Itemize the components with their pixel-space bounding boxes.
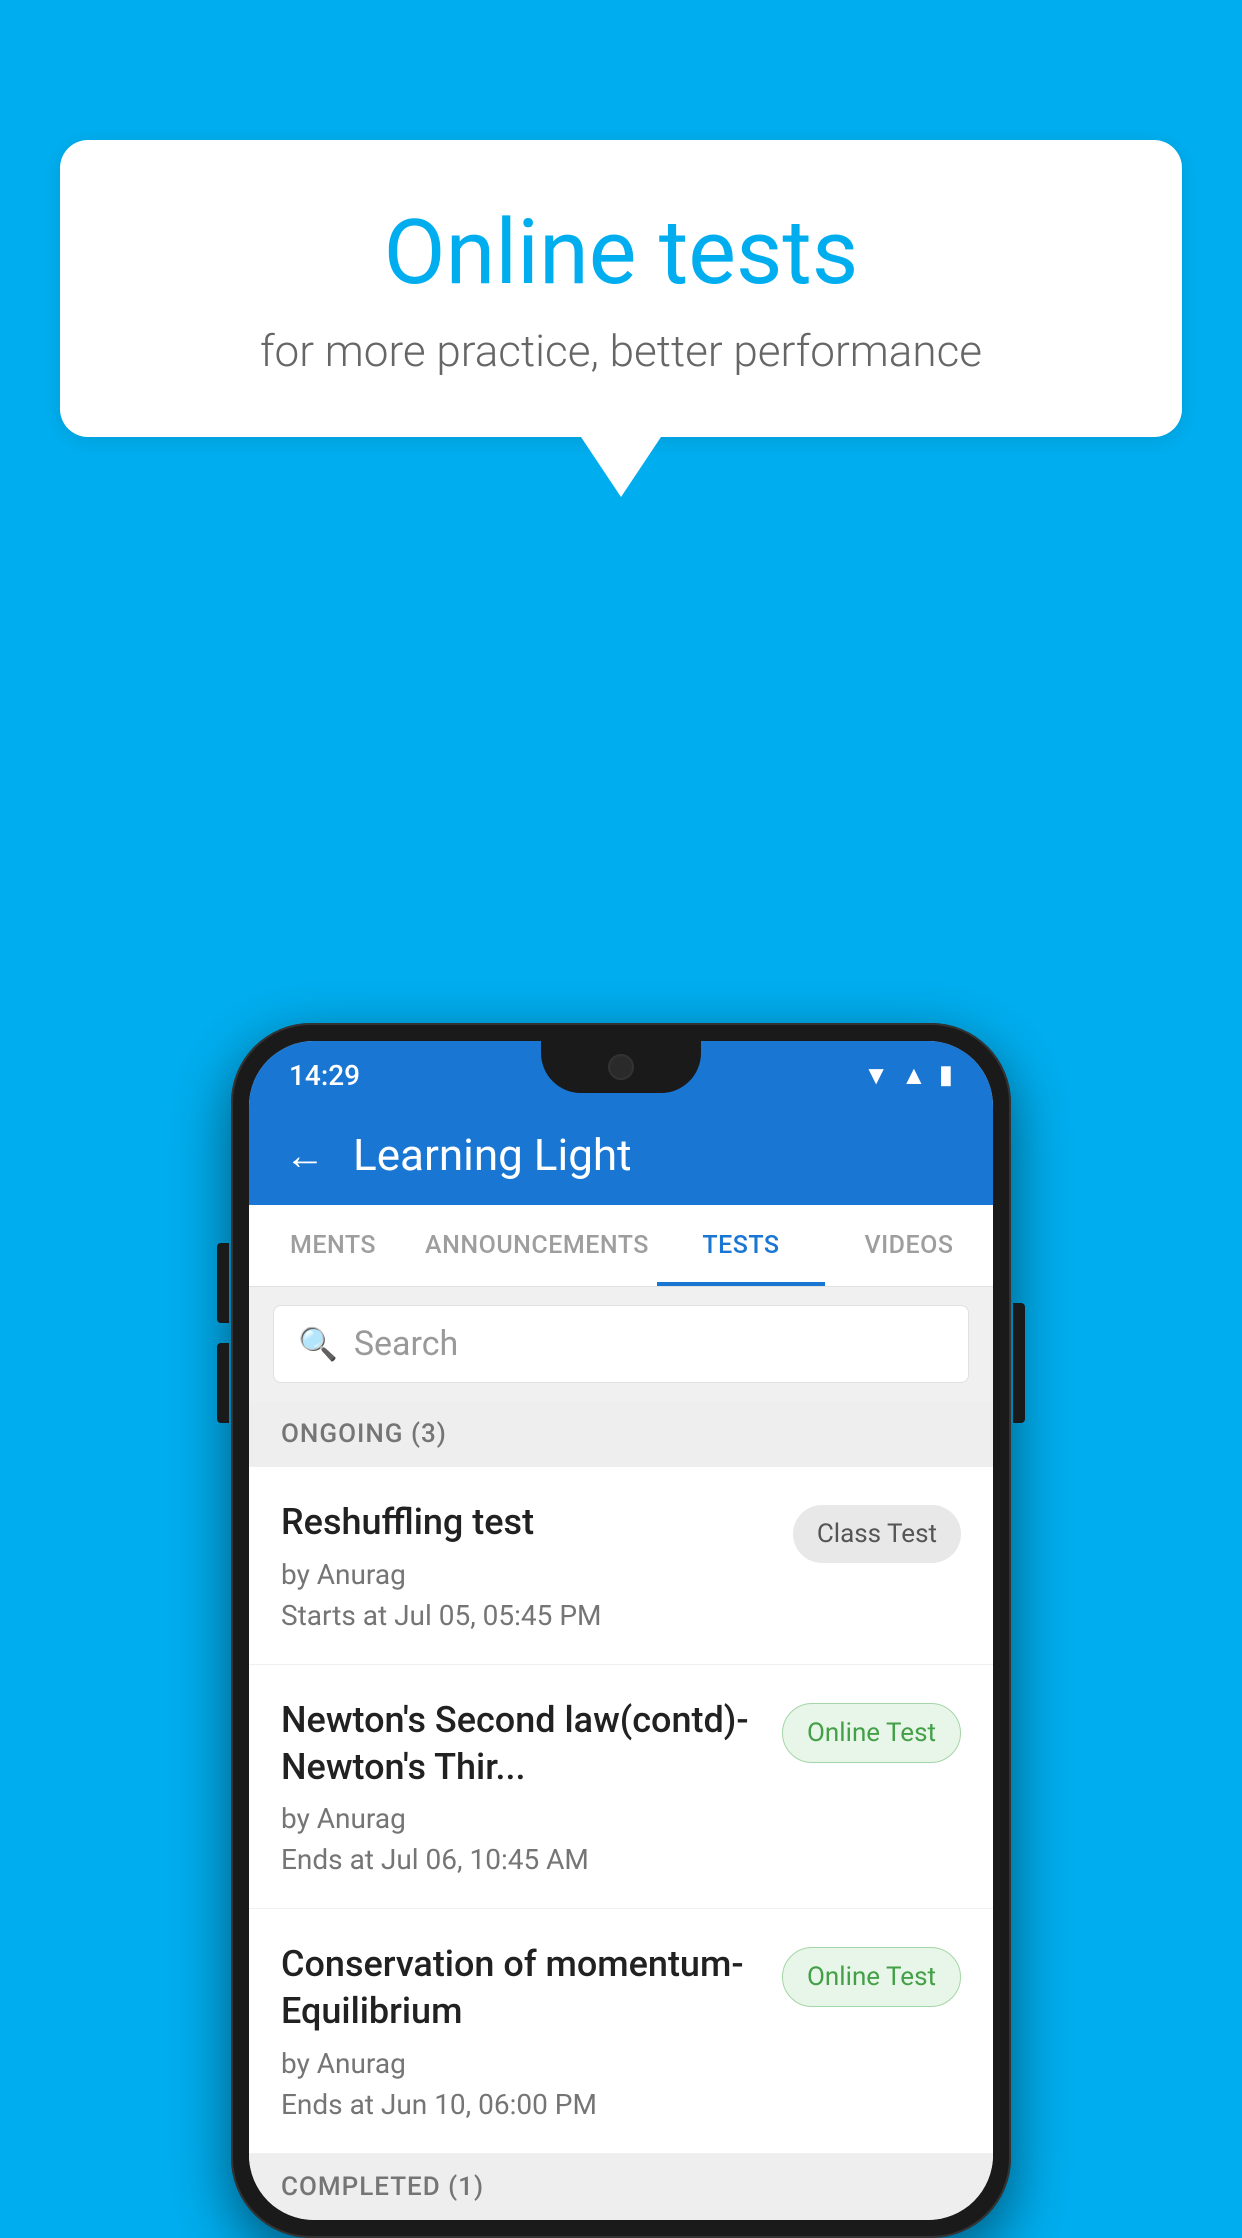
bubble-arrow	[581, 437, 661, 497]
tab-tests[interactable]: TESTS	[657, 1205, 825, 1286]
tab-ments[interactable]: MENTS	[249, 1205, 417, 1286]
status-time: 14:29	[289, 1059, 360, 1092]
bubble-subtitle: for more practice, better performance	[140, 325, 1102, 377]
phone-frame: 14:29 ▼ ▲ ▮ ← Learning Light MENTS ANNOU…	[231, 1023, 1011, 2238]
ongoing-section-header: ONGOING (3)	[249, 1401, 993, 1467]
test-name: Conservation of momentum-Equilibrium	[281, 1941, 762, 2035]
app-header: ← Learning Light	[249, 1105, 993, 1205]
search-icon: 🔍	[298, 1325, 338, 1363]
test-list: Reshuffling test by Anurag Starts at Jul…	[249, 1467, 993, 2154]
test-badge-class: Class Test	[793, 1505, 961, 1563]
test-item[interactable]: Conservation of momentum-Equilibrium by …	[249, 1909, 993, 2154]
test-item[interactable]: Reshuffling test by Anurag Starts at Jul…	[249, 1467, 993, 1665]
completed-section-header: COMPLETED (1)	[249, 2154, 993, 2220]
test-info: Conservation of momentum-Equilibrium by …	[281, 1941, 782, 2121]
test-name: Newton's Second law(contd)-Newton's Thir…	[281, 1697, 762, 1791]
test-name: Reshuffling test	[281, 1499, 773, 1546]
test-info: Reshuffling test by Anurag Starts at Jul…	[281, 1499, 793, 1632]
phone-wrapper: 14:29 ▼ ▲ ▮ ← Learning Light MENTS ANNOU…	[231, 1023, 1011, 2238]
test-time: Starts at Jul 05, 05:45 PM	[281, 1599, 773, 1632]
bubble-title: Online tests	[140, 200, 1102, 305]
front-camera	[608, 1054, 634, 1080]
app-title: Learning Light	[353, 1129, 632, 1181]
speech-bubble: Online tests for more practice, better p…	[60, 140, 1182, 437]
wifi-icon: ▼	[863, 1060, 889, 1091]
test-badge-online: Online Test	[782, 1703, 961, 1763]
status-icons: ▼ ▲ ▮	[863, 1060, 953, 1091]
signal-icon: ▲	[901, 1060, 927, 1091]
tab-videos[interactable]: VIDEOS	[825, 1205, 993, 1286]
test-author: by Anurag	[281, 1802, 762, 1835]
test-author: by Anurag	[281, 2047, 762, 2080]
search-bar[interactable]: 🔍 Search	[273, 1305, 969, 1383]
test-time: Ends at Jun 10, 06:00 PM	[281, 2088, 762, 2121]
speech-bubble-container: Online tests for more practice, better p…	[60, 140, 1182, 497]
test-info: Newton's Second law(contd)-Newton's Thir…	[281, 1697, 782, 1877]
battery-icon: ▮	[939, 1060, 953, 1090]
tab-announcements[interactable]: ANNOUNCEMENTS	[417, 1205, 657, 1286]
phone-notch	[541, 1041, 701, 1093]
test-item[interactable]: Newton's Second law(contd)-Newton's Thir…	[249, 1665, 993, 1910]
search-container: 🔍 Search	[249, 1287, 993, 1401]
back-button[interactable]: ←	[285, 1132, 325, 1179]
test-time: Ends at Jul 06, 10:45 AM	[281, 1843, 762, 1876]
test-author: by Anurag	[281, 1558, 773, 1591]
test-badge-online-2: Online Test	[782, 1947, 961, 2007]
tabs-container: MENTS ANNOUNCEMENTS TESTS VIDEOS	[249, 1205, 993, 1287]
phone-screen: 14:29 ▼ ▲ ▮ ← Learning Light MENTS ANNOU…	[249, 1041, 993, 2220]
search-input[interactable]: Search	[354, 1324, 458, 1364]
